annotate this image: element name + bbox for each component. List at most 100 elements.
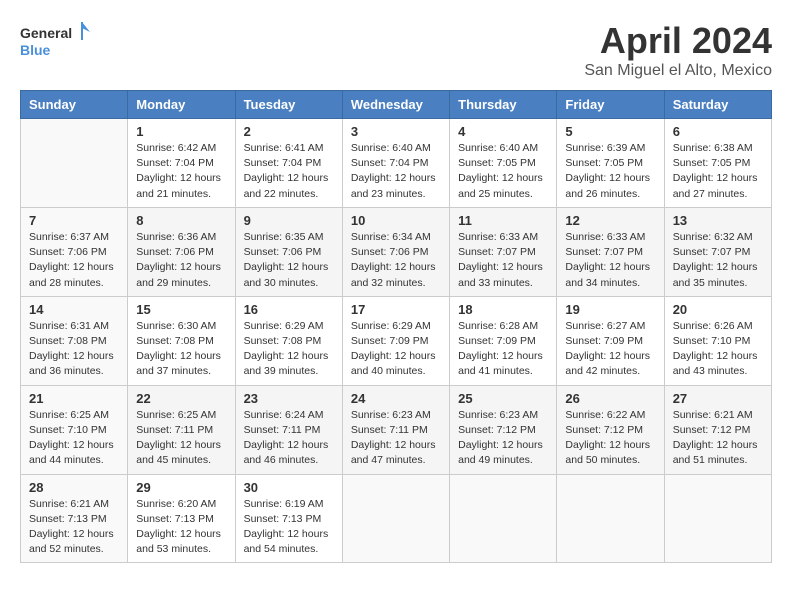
calendar-cell [557,474,664,563]
day-info: Sunrise: 6:26 AM Sunset: 7:10 PM Dayligh… [673,319,763,380]
calendar-cell: 30Sunrise: 6:19 AM Sunset: 7:13 PM Dayli… [235,474,342,563]
calendar-cell: 3 Sunrise: 6:40 AM Sunset: 7:04 PM Daylig… [342,119,449,208]
day-number: 8 [136,213,226,228]
calendar-cell: 12 Sunrise: 6:33 AM Sunset: 7:07 PM Dayli… [557,207,664,296]
day-info: Sunrise: 6:33 AM Sunset: 7:07 PM Dayligh… [458,230,548,291]
calendar-cell: 16 Sunrise: 6:29 AM Sunset: 7:08 PM Dayli… [235,296,342,385]
calendar-cell: 23 Sunrise: 6:24 AM Sunset: 7:11 PM Dayli… [235,385,342,474]
header-cell-thursday: Thursday [450,91,557,119]
day-info: Sunrise: 6:29 AM Sunset: 7:09 PM Dayligh… [351,319,441,380]
day-info: Sunrise: 6:32 AM Sunset: 7:07 PM Dayligh… [673,230,763,291]
day-number: 13 [673,213,763,228]
calendar-cell: 18 Sunrise: 6:28 AM Sunset: 7:09 PM Dayli… [450,296,557,385]
calendar-cell: 24Sunrise: 6:23 AM Sunset: 7:11 PM Dayli… [342,385,449,474]
calendar-week-row: 21Sunrise: 6:25 AM Sunset: 7:10 PM Dayli… [21,385,772,474]
calendar-cell: 6Sunrise: 6:38 AM Sunset: 7:05 PM Daylig… [664,119,771,208]
day-info: Sunrise: 6:34 AM Sunset: 7:06 PM Dayligh… [351,230,441,291]
calendar-cell: 26Sunrise: 6:22 AM Sunset: 7:12 PM Dayli… [557,385,664,474]
calendar-cell: 29Sunrise: 6:20 AM Sunset: 7:13 PM Dayli… [128,474,235,563]
month-title: April 2024 [584,20,772,62]
day-number: 12 [565,213,655,228]
calendar-cell: 19 Sunrise: 6:27 AM Sunset: 7:09 PM Dayli… [557,296,664,385]
day-number: 5 [565,124,655,139]
day-number: 27 [673,391,763,406]
day-info: Sunrise: 6:28 AM Sunset: 7:09 PM Dayligh… [458,319,548,380]
calendar-cell [342,474,449,563]
day-number: 22 [136,391,226,406]
day-info: Sunrise: 6:36 AM Sunset: 7:06 PM Dayligh… [136,230,226,291]
calendar-cell: 10 Sunrise: 6:34 AM Sunset: 7:06 PM Dayli… [342,207,449,296]
day-number: 4 [458,124,548,139]
day-number: 23 [244,391,334,406]
calendar-cell: 8 Sunrise: 6:36 AM Sunset: 7:06 PM Daylig… [128,207,235,296]
calendar-cell: 22Sunrise: 6:25 AM Sunset: 7:11 PM Dayli… [128,385,235,474]
day-info: Sunrise: 6:42 AM Sunset: 7:04 PM Dayligh… [136,141,226,202]
day-info: Sunrise: 6:38 AM Sunset: 7:05 PM Dayligh… [673,141,763,202]
calendar-cell: 21Sunrise: 6:25 AM Sunset: 7:10 PM Dayli… [21,385,128,474]
day-info: Sunrise: 6:29 AM Sunset: 7:08 PM Dayligh… [244,319,334,380]
day-info: Sunrise: 6:21 AM Sunset: 7:13 PM Dayligh… [29,497,119,558]
day-number: 7 [29,213,119,228]
calendar-cell [21,119,128,208]
day-info: Sunrise: 6:39 AM Sunset: 7:05 PM Dayligh… [565,141,655,202]
calendar-cell: 25Sunrise: 6:23 AM Sunset: 7:12 PM Dayli… [450,385,557,474]
day-number: 28 [29,480,119,495]
calendar-cell: 13 Sunrise: 6:32 AM Sunset: 7:07 PM Dayli… [664,207,771,296]
calendar-cell: 27 Sunrise: 6:21 AM Sunset: 7:12 PM Dayli… [664,385,771,474]
header-cell-friday: Friday [557,91,664,119]
day-info: Sunrise: 6:41 AM Sunset: 7:04 PM Dayligh… [244,141,334,202]
day-number: 17 [351,302,441,317]
day-number: 9 [244,213,334,228]
calendar-week-row: 28 Sunrise: 6:21 AM Sunset: 7:13 PM Dayli… [21,474,772,563]
day-number: 21 [29,391,119,406]
calendar-cell: 5 Sunrise: 6:39 AM Sunset: 7:05 PM Daylig… [557,119,664,208]
calendar-week-row: 1 Sunrise: 6:42 AM Sunset: 7:04 PM Daylig… [21,119,772,208]
page-header: General Blue April 2024 San Miguel el Al… [20,20,772,80]
header-cell-wednesday: Wednesday [342,91,449,119]
day-info: Sunrise: 6:24 AM Sunset: 7:11 PM Dayligh… [244,408,334,469]
day-number: 2 [244,124,334,139]
day-number: 18 [458,302,548,317]
svg-text:General: General [20,25,72,41]
calendar-cell: 20 Sunrise: 6:26 AM Sunset: 7:10 PM Dayli… [664,296,771,385]
day-info: Sunrise: 6:31 AM Sunset: 7:08 PM Dayligh… [29,319,119,380]
calendar-cell: 11 Sunrise: 6:33 AM Sunset: 7:07 PM Dayli… [450,207,557,296]
day-number: 20 [673,302,763,317]
day-number: 26 [565,391,655,406]
day-number: 3 [351,124,441,139]
title-block: April 2024 San Miguel el Alto, Mexico [584,20,772,80]
day-info: Sunrise: 6:30 AM Sunset: 7:08 PM Dayligh… [136,319,226,380]
day-info: Sunrise: 6:23 AM Sunset: 7:11 PM Dayligh… [351,408,441,469]
day-number: 10 [351,213,441,228]
day-info: Sunrise: 6:33 AM Sunset: 7:07 PM Dayligh… [565,230,655,291]
header-cell-monday: Monday [128,91,235,119]
calendar-week-row: 7 Sunrise: 6:37 AM Sunset: 7:06 PM Daylig… [21,207,772,296]
day-number: 14 [29,302,119,317]
svg-text:Blue: Blue [20,42,51,58]
calendar-header-row: SundayMondayTuesdayWednesdayThursdayFrid… [21,91,772,119]
day-info: Sunrise: 6:37 AM Sunset: 7:06 PM Dayligh… [29,230,119,291]
day-number: 16 [244,302,334,317]
day-info: Sunrise: 6:27 AM Sunset: 7:09 PM Dayligh… [565,319,655,380]
logo-svg: General Blue [20,20,90,65]
day-number: 1 [136,124,226,139]
header-cell-saturday: Saturday [664,91,771,119]
calendar-cell [450,474,557,563]
day-info: Sunrise: 6:35 AM Sunset: 7:06 PM Dayligh… [244,230,334,291]
calendar-cell: 1 Sunrise: 6:42 AM Sunset: 7:04 PM Daylig… [128,119,235,208]
day-info: Sunrise: 6:23 AM Sunset: 7:12 PM Dayligh… [458,408,548,469]
day-number: 15 [136,302,226,317]
location-subtitle: San Miguel el Alto, Mexico [584,62,772,80]
day-number: 11 [458,213,548,228]
day-number: 19 [565,302,655,317]
calendar-cell: 14 Sunrise: 6:31 AM Sunset: 7:08 PM Dayli… [21,296,128,385]
calendar-table: SundayMondayTuesdayWednesdayThursdayFrid… [20,90,772,563]
header-cell-sunday: Sunday [21,91,128,119]
day-info: Sunrise: 6:21 AM Sunset: 7:12 PM Dayligh… [673,408,763,469]
calendar-cell: 17 Sunrise: 6:29 AM Sunset: 7:09 PM Dayli… [342,296,449,385]
day-info: Sunrise: 6:19 AM Sunset: 7:13 PM Dayligh… [244,497,334,558]
day-info: Sunrise: 6:40 AM Sunset: 7:04 PM Dayligh… [351,141,441,202]
calendar-cell: 4Sunrise: 6:40 AM Sunset: 7:05 PM Daylig… [450,119,557,208]
calendar-week-row: 14 Sunrise: 6:31 AM Sunset: 7:08 PM Dayli… [21,296,772,385]
day-info: Sunrise: 6:20 AM Sunset: 7:13 PM Dayligh… [136,497,226,558]
